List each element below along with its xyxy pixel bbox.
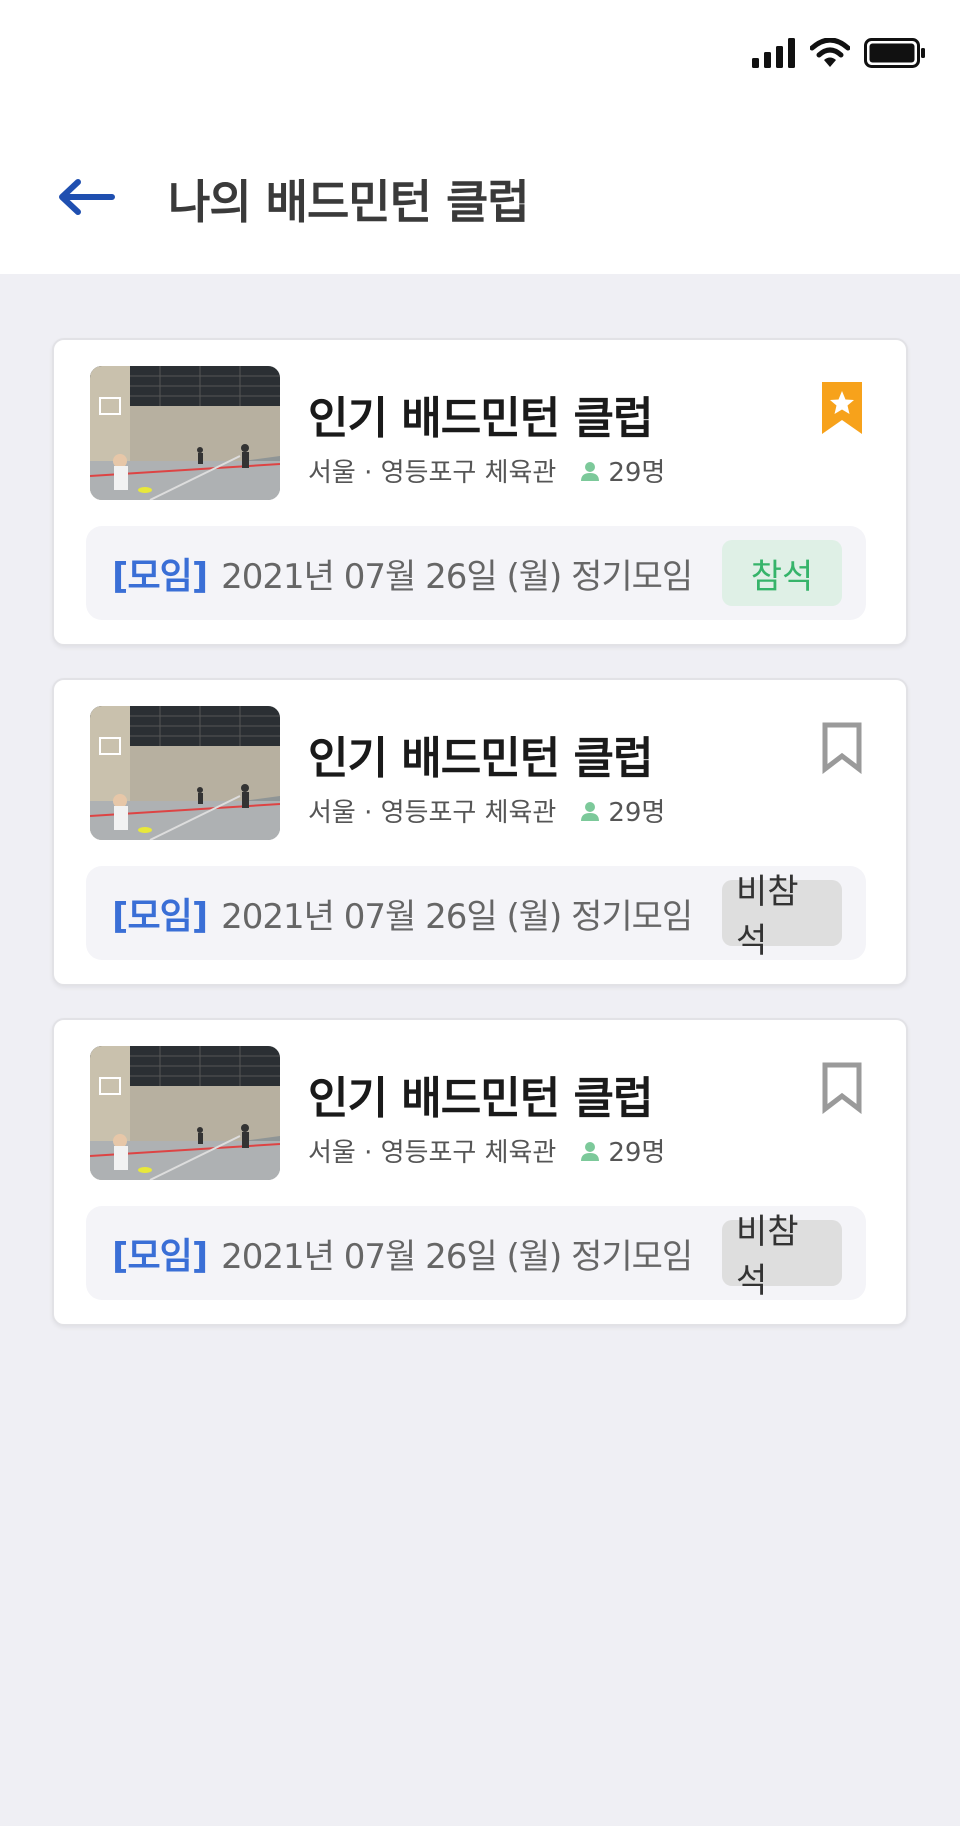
status-bar xyxy=(0,0,960,120)
status-icons xyxy=(752,38,926,68)
club-thumbnail xyxy=(90,1046,280,1180)
meeting-tag: [모임] xyxy=(112,556,208,597)
club-thumbnail xyxy=(90,366,280,500)
club-thumbnail xyxy=(90,706,280,840)
back-arrow-icon xyxy=(59,179,115,215)
club-list: 인기 배드민턴 클럽 서울 · 영등포구 체육관 29명 [모임] 2021년 … xyxy=(52,338,908,1358)
member-count: 29명 xyxy=(580,1132,665,1169)
meeting-tag: [모임] xyxy=(112,1236,208,1277)
person-icon xyxy=(581,801,600,821)
club-name: 인기 배드민턴 클럽 xyxy=(308,393,653,444)
meeting-text: 2021년 07월 26일 (월) 정기모임 xyxy=(221,556,693,597)
member-count: 29명 xyxy=(580,452,665,489)
club-location: 서울 · 영등포구 체육관 xyxy=(308,458,557,488)
meeting-row[interactable]: [모임] 2021년 07월 26일 (월) 정기모임 비참석 xyxy=(86,866,866,961)
attendance-button[interactable]: 비참석 xyxy=(722,1212,842,1301)
club-name: 인기 배드민턴 클럽 xyxy=(308,733,653,784)
header: 나의 배드민턴 클럽 xyxy=(0,120,960,274)
member-count-text: 29명 xyxy=(608,798,666,828)
bookmark-outline-icon[interactable] xyxy=(822,722,862,775)
club-card[interactable]: 인기 배드민턴 클럽 서울 · 영등포구 체육관 29명 [모임] 2021년 … xyxy=(52,1018,908,1326)
signal-icon xyxy=(752,38,795,68)
club-meta: 서울 · 영등포구 체육관 29명 xyxy=(308,792,665,829)
meeting-tag: [모임] xyxy=(112,896,208,937)
club-card[interactable]: 인기 배드민턴 클럽 서울 · 영등포구 체육관 29명 [모임] 2021년 … xyxy=(52,678,908,986)
meeting-text: 2021년 07월 26일 (월) 정기모임 xyxy=(221,1236,693,1277)
club-name: 인기 배드민턴 클럽 xyxy=(308,1073,653,1124)
person-icon xyxy=(581,1141,600,1161)
club-location: 서울 · 영등포구 체육관 xyxy=(308,798,557,828)
member-count: 29명 xyxy=(580,792,665,829)
back-button[interactable] xyxy=(56,172,128,222)
club-card[interactable]: 인기 배드민턴 클럽 서울 · 영등포구 체육관 29명 [모임] 2021년 … xyxy=(52,338,908,646)
meeting-row[interactable]: [모임] 2021년 07월 26일 (월) 정기모임 비참석 xyxy=(86,1206,866,1301)
wifi-icon xyxy=(810,38,850,67)
member-count-text: 29명 xyxy=(608,1138,666,1168)
club-meta: 서울 · 영등포구 체육관 29명 xyxy=(308,452,665,489)
battery-icon xyxy=(864,38,925,68)
meeting-text: 2021년 07월 26일 (월) 정기모임 xyxy=(221,896,693,937)
club-meta: 서울 · 영등포구 체육관 29명 xyxy=(308,1132,665,1169)
bookmark-filled-icon[interactable] xyxy=(822,382,862,434)
bookmark-outline-icon[interactable] xyxy=(822,1062,862,1115)
attendance-button[interactable]: 참석 xyxy=(722,540,842,606)
member-count-text: 29명 xyxy=(608,458,666,488)
attendance-button[interactable]: 비참석 xyxy=(722,872,842,961)
meeting-row[interactable]: [모임] 2021년 07월 26일 (월) 정기모임 참석 xyxy=(86,526,866,620)
page-title: 나의 배드민턴 클럽 xyxy=(168,175,530,229)
club-location: 서울 · 영등포구 체육관 xyxy=(308,1138,557,1168)
person-icon xyxy=(581,461,600,481)
